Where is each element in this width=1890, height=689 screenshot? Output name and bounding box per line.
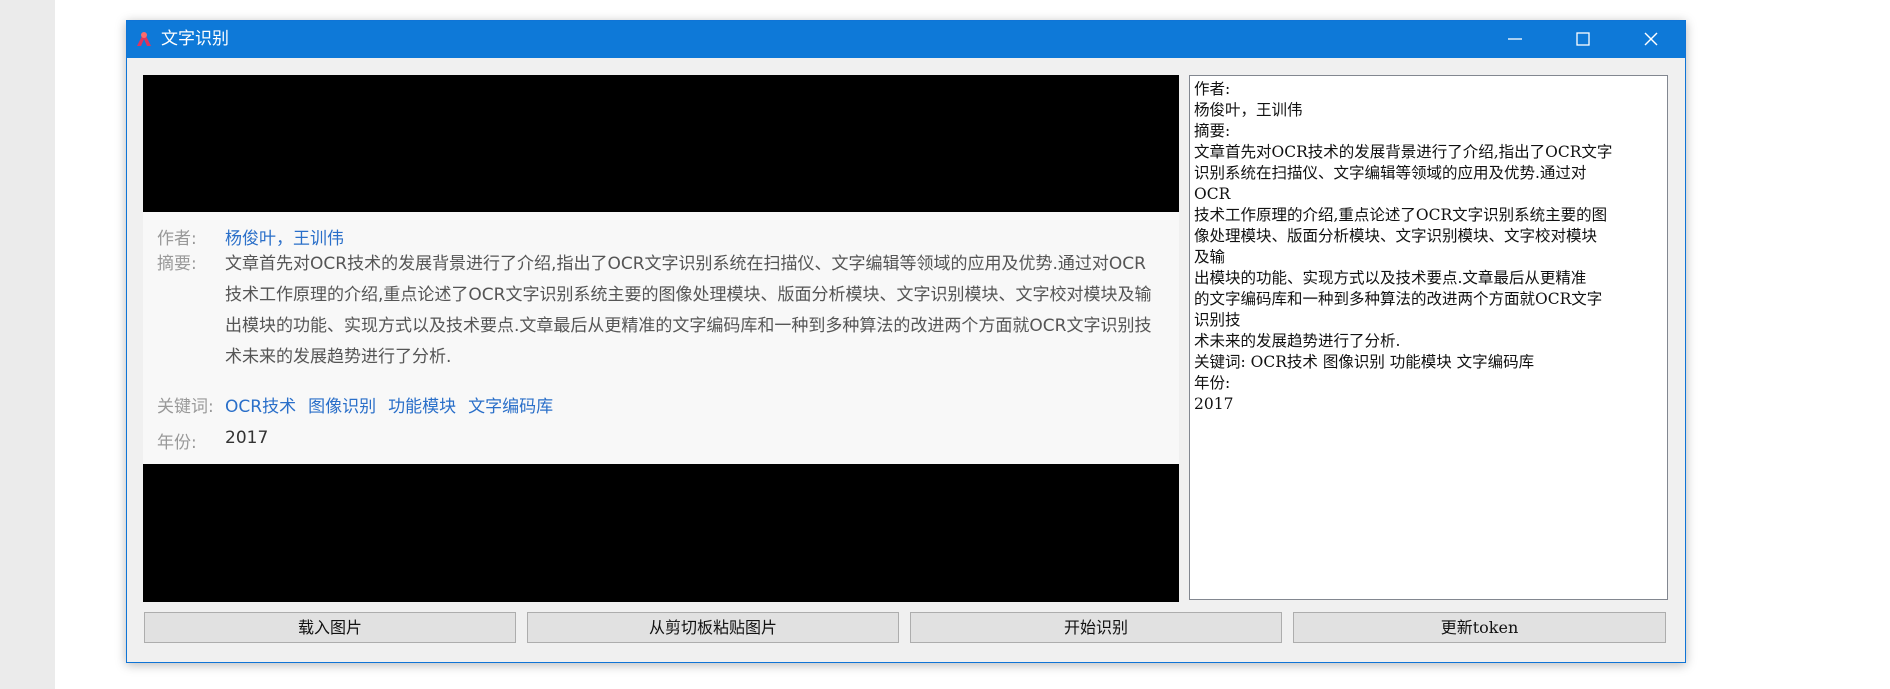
author-label: 作者: xyxy=(157,229,197,249)
close-button[interactable] xyxy=(1617,21,1685,58)
ocr-line: 技术工作原理的介绍,重点论述了OCR文字识别系统主要的图 xyxy=(1194,206,1608,224)
ocr-line: 关键词: OCR技术 图像识别 功能模块 文字编码库 xyxy=(1194,353,1535,371)
title-bar[interactable]: 文字识别 xyxy=(127,21,1685,58)
abstract-text: 文章首先对OCR技术的发展背景进行了介绍,指出了OCR文字识别系统在扫描仪、文字… xyxy=(225,249,1155,373)
paste-clipboard-button[interactable]: 从剪切板粘贴图片 xyxy=(527,612,899,643)
maximize-icon xyxy=(1576,32,1590,46)
background-gutter xyxy=(0,0,55,689)
load-image-button[interactable]: 载入图片 xyxy=(144,612,516,643)
keywords-list: OCR技术 图像识别 功能模块 文字编码库 xyxy=(225,392,1155,417)
ocr-result-textbox[interactable]: 作者: 杨俊叶，王训伟 摘要: 文章首先对OCR技术的发展背景进行了介绍,指出了… xyxy=(1189,75,1668,600)
pasted-image-content: 作者: 杨俊叶，王训伟 摘要: 文章首先对OCR技术的发展背景进行了介绍,指出了… xyxy=(143,212,1179,464)
keyword: 图像识别 xyxy=(308,397,377,417)
abstract-line: 技术工作原理的介绍,重点论述了OCR文字识别系统主要的图像处理模块、版面分析模块… xyxy=(225,285,1152,305)
ocr-line: 2017 xyxy=(1194,395,1234,413)
abstract-line: 出模块的功能、实现方式以及技术要点.文章最后从更精准的文字编码库和一种到多种算法… xyxy=(225,316,1152,336)
keyword: 功能模块 xyxy=(388,397,457,417)
ocr-line: 年份: xyxy=(1194,374,1231,392)
ocr-line: OCR xyxy=(1194,185,1231,203)
window-title: 文字识别 xyxy=(161,29,229,49)
maximize-button[interactable] xyxy=(1549,21,1617,58)
minimize-button[interactable] xyxy=(1481,21,1549,58)
app-logo-icon xyxy=(135,30,153,48)
keywords-label: 关键词: xyxy=(157,397,214,417)
abstract-label: 摘要: xyxy=(157,254,197,274)
update-token-button[interactable]: 更新token xyxy=(1293,612,1666,643)
ocr-line: 识别技 xyxy=(1194,311,1241,329)
start-recognition-button[interactable]: 开始识别 xyxy=(910,612,1282,643)
ocr-line: 文章首先对OCR技术的发展背景进行了介绍,指出了OCR文字 xyxy=(1194,143,1613,161)
abstract-line: 文章首先对OCR技术的发展背景进行了介绍,指出了OCR文字识别系统在扫描仪、文字… xyxy=(225,254,1146,274)
ocr-line: 摘要: xyxy=(1194,122,1231,140)
ocr-line: 出模块的功能、实现方式以及技术要点.文章最后从更精准 xyxy=(1194,269,1587,287)
ocr-window: 文字识别 作者: 杨俊叶，王训伟 摘要: 文章首先对OCR技术的发展背景进行了介… xyxy=(126,20,1686,663)
keyword: 文字编码库 xyxy=(468,397,554,417)
year-value: 2017 xyxy=(225,428,269,448)
keyword: OCR技术 xyxy=(225,397,297,417)
ocr-line: 及输 xyxy=(1194,248,1226,266)
close-icon xyxy=(1644,32,1658,46)
ocr-line: 的文字编码库和一种到多种算法的改进两个方面就OCR文字 xyxy=(1194,290,1603,308)
ocr-line: 杨俊叶，王训伟 xyxy=(1194,101,1303,119)
ocr-line: 术未来的发展趋势进行了分析. xyxy=(1194,332,1401,350)
minimize-icon xyxy=(1508,38,1522,40)
author-value: 杨俊叶，王训伟 xyxy=(225,229,344,249)
ocr-line: 识别系统在扫描仪、文字编辑等领域的应用及优势.通过对 xyxy=(1194,164,1587,182)
year-label: 年份: xyxy=(157,433,197,453)
ocr-line: 作者: xyxy=(1194,80,1231,98)
abstract-line: 术未来的发展趋势进行了分析. xyxy=(225,347,452,367)
ocr-line: 像处理模块、版面分析模块、文字识别模块、文字校对模块 xyxy=(1194,227,1598,245)
image-preview: 作者: 杨俊叶，王训伟 摘要: 文章首先对OCR技术的发展背景进行了介绍,指出了… xyxy=(143,75,1179,602)
